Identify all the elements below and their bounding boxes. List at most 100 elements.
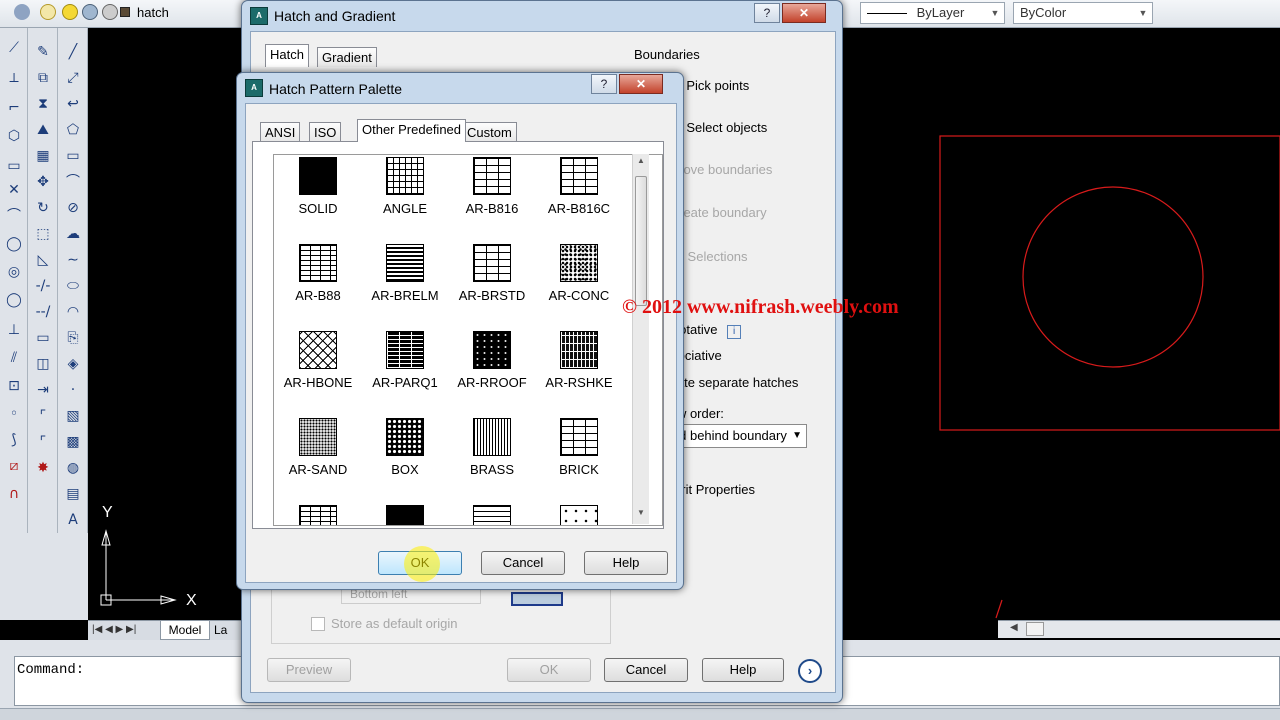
revcloud-icon[interactable]: ◎	[4, 262, 24, 282]
tab-nav-arrows[interactable]: |◀ ◀ ▶ ▶|	[92, 621, 136, 639]
cancel-button[interactable]: Cancel	[604, 658, 688, 682]
pattern-item[interactable]	[452, 505, 532, 525]
line-icon[interactable]: ⟋	[4, 38, 24, 58]
arc-icon[interactable]: ⌒	[4, 206, 24, 226]
polygon-icon[interactable]: ⬡	[4, 126, 24, 146]
cloud-icon[interactable]: ☁	[63, 224, 83, 244]
point-icon[interactable]: ◦	[4, 404, 24, 424]
circle2-icon[interactable]: ⊘	[63, 198, 83, 218]
pattern-item[interactable]: AR-BRELM	[365, 244, 445, 324]
pattern-item[interactable]: AR-RSHKE	[539, 331, 619, 411]
ellipse-arc-icon[interactable]: ◠	[63, 302, 83, 322]
explode-icon[interactable]: ✸	[33, 458, 53, 478]
pattern-item[interactable]: AR-HBONE	[278, 331, 358, 411]
ellipse-icon[interactable]: ⊥	[4, 320, 24, 340]
scroll-thumb[interactable]	[1026, 622, 1044, 636]
chamfer-icon[interactable]: ⇥	[33, 380, 53, 400]
array-icon[interactable]: ▦	[33, 146, 53, 166]
tab-model[interactable]: Model	[160, 621, 210, 640]
region2-icon[interactable]: ◍	[63, 458, 83, 478]
drawing-circle[interactable]	[1022, 186, 1204, 368]
pattern-item[interactable]: BOX	[365, 418, 445, 498]
store-default-origin-checkbox[interactable]	[311, 617, 325, 631]
scroll-left-icon[interactable]: ◀	[1010, 622, 1018, 633]
pattern-item[interactable]: AR-CONC	[539, 244, 619, 324]
pentagon-icon[interactable]: ⬠	[63, 120, 83, 140]
rotate-icon[interactable]: ↻	[33, 198, 53, 218]
spline2-icon[interactable]: ∼	[63, 250, 83, 270]
copy-icon[interactable]: ⧉	[33, 68, 53, 88]
move-icon[interactable]: ✥	[33, 172, 53, 192]
pattern-item[interactable]: AR-B816	[452, 157, 532, 237]
tab-hatch[interactable]: Hatch	[265, 44, 309, 67]
spline-icon[interactable]: ◯	[4, 290, 24, 310]
fillet-icon[interactable]: ⌜	[33, 406, 53, 426]
hatch-icon[interactable]: ⟆	[4, 430, 24, 450]
pattern-item[interactable]: BRICK	[539, 418, 619, 498]
tab-other-predefined[interactable]: Other Predefined	[357, 119, 467, 142]
mtext-icon[interactable]: A	[63, 510, 83, 530]
pattern-item[interactable]: AR-B816C	[539, 157, 619, 237]
pattern-item[interactable]: SOLID	[278, 157, 358, 237]
extend-icon[interactable]: --/	[33, 302, 53, 322]
pattern-item[interactable]: AR-RROOF	[452, 331, 532, 411]
help-button[interactable]: Help	[702, 658, 784, 682]
trim-icon[interactable]: -/-	[33, 276, 53, 296]
ok-button[interactable]: OK	[507, 658, 591, 682]
stretch-icon[interactable]: ◺	[33, 250, 53, 270]
table-icon[interactable]: ▤	[63, 484, 83, 504]
pline2-icon[interactable]: ↩	[63, 94, 83, 114]
palette-cancel-button[interactable]: Cancel	[481, 551, 565, 575]
erase-pencil-icon[interactable]: ✎	[33, 42, 53, 62]
preview-button[interactable]: Preview	[267, 658, 351, 682]
fillet2-icon[interactable]: ⌜	[33, 432, 53, 452]
scroll-thumb[interactable]	[635, 176, 647, 306]
info-icon[interactable]: i	[727, 325, 742, 339]
gradient-icon[interactable]: ⧄	[4, 456, 24, 476]
pattern-item[interactable]: ANGLE	[365, 157, 445, 237]
tab-layout[interactable]: La	[214, 621, 227, 639]
break-icon[interactable]: ▭	[33, 328, 53, 348]
make-block-icon[interactable]: ◈	[63, 354, 83, 374]
insert-icon[interactable]: ⫽	[4, 348, 24, 368]
circle-icon[interactable]: ◯	[4, 234, 24, 254]
line2-icon[interactable]: ╱	[63, 42, 83, 62]
gradient2-icon[interactable]: ▩	[63, 432, 83, 452]
point2-icon[interactable]: ·	[63, 380, 83, 400]
rectangle-icon[interactable]: ▭	[4, 156, 24, 176]
horizontal-scrollbar[interactable]: ◀	[998, 620, 1280, 638]
scroll-down-icon[interactable]: ▼	[637, 508, 645, 517]
scroll-up-icon[interactable]: ▲	[637, 156, 645, 165]
tab-custom[interactable]: Custom	[462, 122, 517, 142]
layer-name[interactable]: hatch	[137, 3, 257, 23]
block-icon[interactable]: ⊡	[4, 376, 24, 396]
erase-icon[interactable]: ✕	[4, 180, 24, 200]
pattern-item[interactable]	[365, 505, 445, 525]
freeze-icon[interactable]	[82, 4, 98, 20]
mirror-icon[interactable]: ⧗	[33, 94, 53, 114]
pattern-item[interactable]	[278, 505, 358, 525]
pattern-item[interactable]: BRASS	[452, 418, 532, 498]
close-icon[interactable]: ✕	[782, 3, 826, 23]
palette-close-icon[interactable]: ✕	[619, 74, 663, 94]
linetype-combo[interactable]: ByLayer ▼	[860, 2, 1005, 24]
lightbulb-icon[interactable]	[40, 4, 56, 20]
polyline-icon[interactable]: ⌐	[4, 98, 24, 118]
pattern-item[interactable]: AR-PARQ1	[365, 331, 445, 411]
join-icon[interactable]: ◫	[33, 354, 53, 374]
pattern-item[interactable]: AR-SAND	[278, 418, 358, 498]
tab-ansi[interactable]: ANSI	[260, 122, 301, 142]
color-combo[interactable]: ByColor ▼	[1013, 2, 1153, 24]
ellipse2-icon[interactable]: ⬭	[63, 276, 83, 296]
sun-icon[interactable]	[62, 4, 78, 20]
pattern-item[interactable]: AR-BRSTD	[452, 244, 532, 324]
palette-help-caption[interactable]: ?	[591, 74, 617, 94]
hatch2-icon[interactable]: ▧	[63, 406, 83, 426]
pattern-item[interactable]: AR-B88	[278, 244, 358, 324]
pattern-scrollbar[interactable]: ▲ ▼	[632, 154, 649, 524]
tab-iso[interactable]: ISO	[309, 122, 342, 142]
pattern-item[interactable]	[539, 505, 619, 525]
arc2-icon[interactable]: ⌒	[63, 172, 83, 192]
palette-help-button[interactable]: Help	[584, 551, 668, 575]
layer-manager-icon[interactable]	[14, 4, 30, 20]
